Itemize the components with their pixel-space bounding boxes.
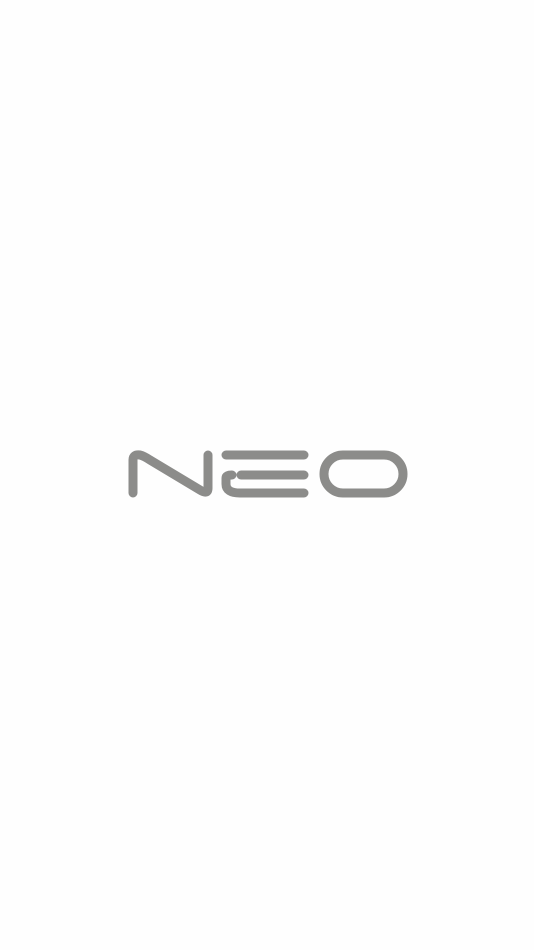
- splash-screen: [0, 0, 534, 950]
- neo-logo: [128, 450, 408, 500]
- logo-letter-n: [128, 450, 213, 498]
- logo-letter-o: [319, 450, 408, 498]
